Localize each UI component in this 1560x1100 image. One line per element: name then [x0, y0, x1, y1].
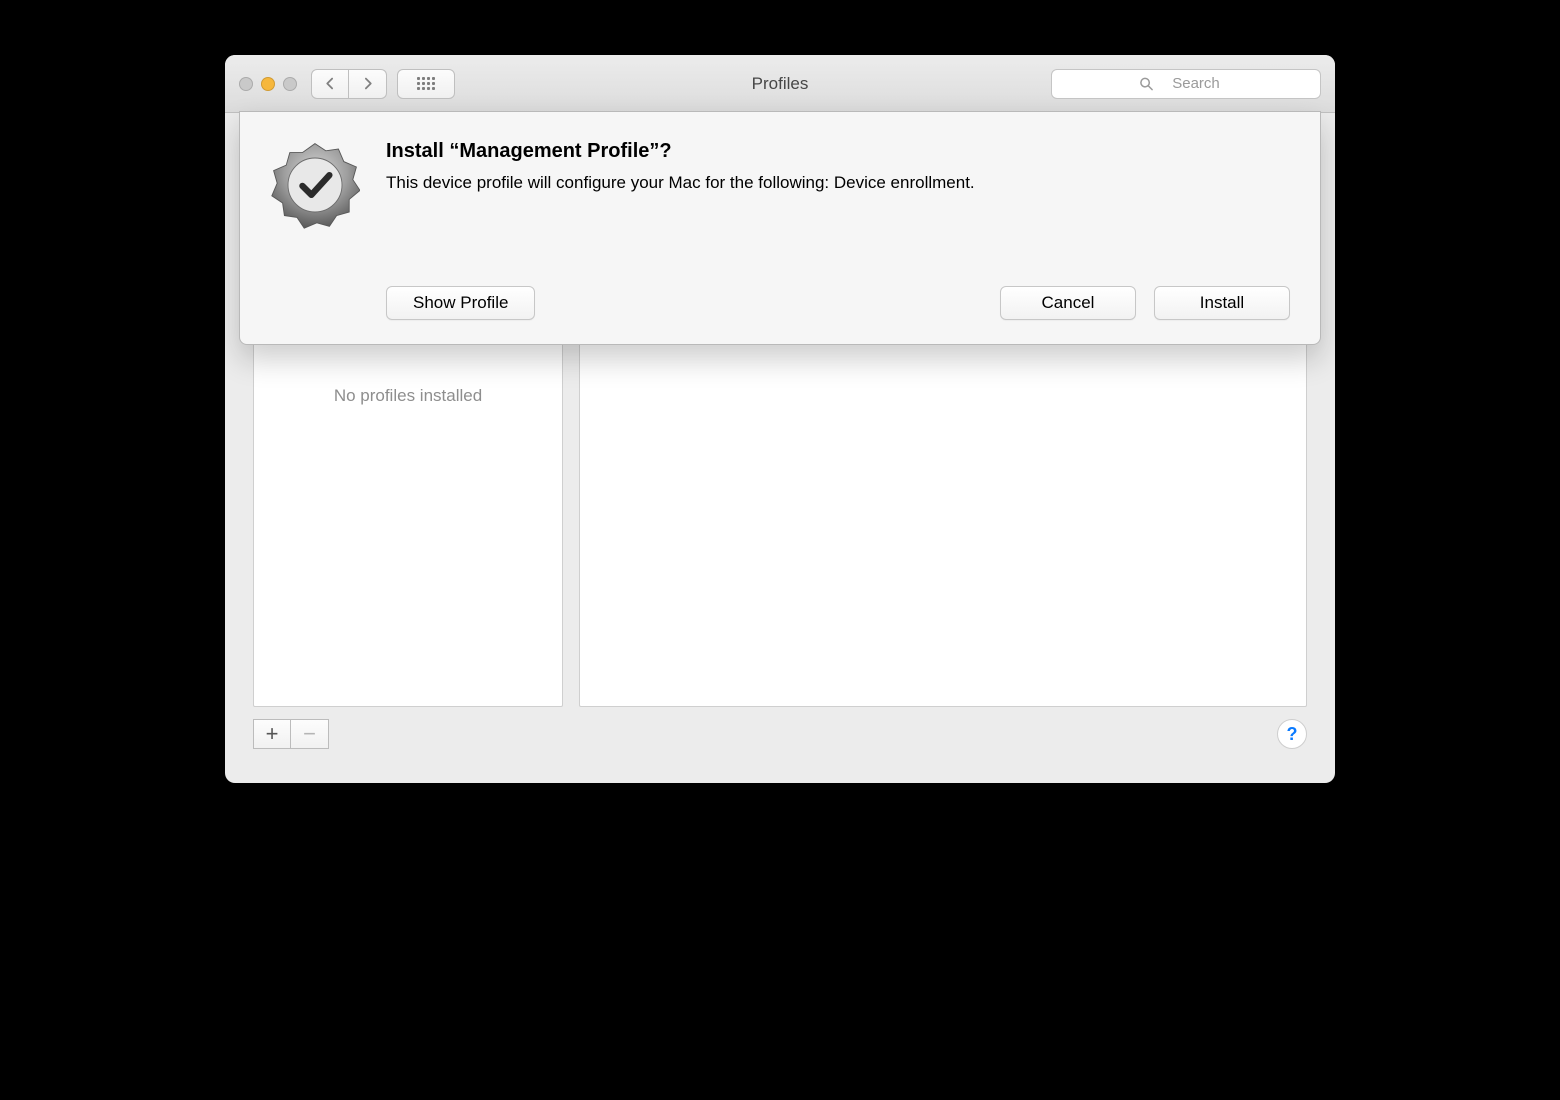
install-profile-dialog: Install “Management Profile”? This devic…: [239, 111, 1321, 345]
back-button[interactable]: [311, 69, 349, 99]
search-wrap: [1051, 69, 1321, 99]
dialog-message: This device profile will configure your …: [386, 173, 975, 193]
empty-profiles-label: No profiles installed: [334, 386, 482, 405]
nav-group: [311, 69, 387, 99]
minimize-window-button[interactable]: [261, 77, 275, 91]
chevron-left-icon: [324, 77, 337, 90]
dialog-text: Install “Management Profile”? This devic…: [386, 140, 975, 230]
profile-seal-icon: [270, 140, 360, 230]
traffic-lights: [239, 77, 297, 91]
dialog-heading: Install “Management Profile”?: [386, 140, 975, 163]
show-all-prefs-button[interactable]: [397, 69, 455, 99]
titlebar: Profiles: [225, 55, 1335, 113]
add-remove-group: + −: [253, 719, 329, 749]
help-button[interactable]: ?: [1277, 719, 1307, 749]
profiles-window: Profiles No profiles installed + −: [225, 55, 1335, 783]
forward-button[interactable]: [349, 69, 387, 99]
zoom-window-button[interactable]: [283, 77, 297, 91]
help-icon: ?: [1287, 724, 1298, 745]
minus-icon: −: [303, 723, 316, 745]
bottom-row: + − ?: [253, 719, 1307, 749]
plus-icon: +: [266, 723, 279, 745]
cancel-button[interactable]: Cancel: [1000, 286, 1136, 320]
remove-profile-button[interactable]: −: [291, 719, 329, 749]
add-profile-button[interactable]: +: [253, 719, 291, 749]
chevron-right-icon: [361, 77, 374, 90]
search-input[interactable]: [1051, 69, 1321, 99]
search-icon: [1139, 76, 1154, 91]
grid-icon: [417, 77, 435, 90]
show-profile-button[interactable]: Show Profile: [386, 286, 535, 320]
close-window-button[interactable]: [239, 77, 253, 91]
install-button[interactable]: Install: [1154, 286, 1290, 320]
